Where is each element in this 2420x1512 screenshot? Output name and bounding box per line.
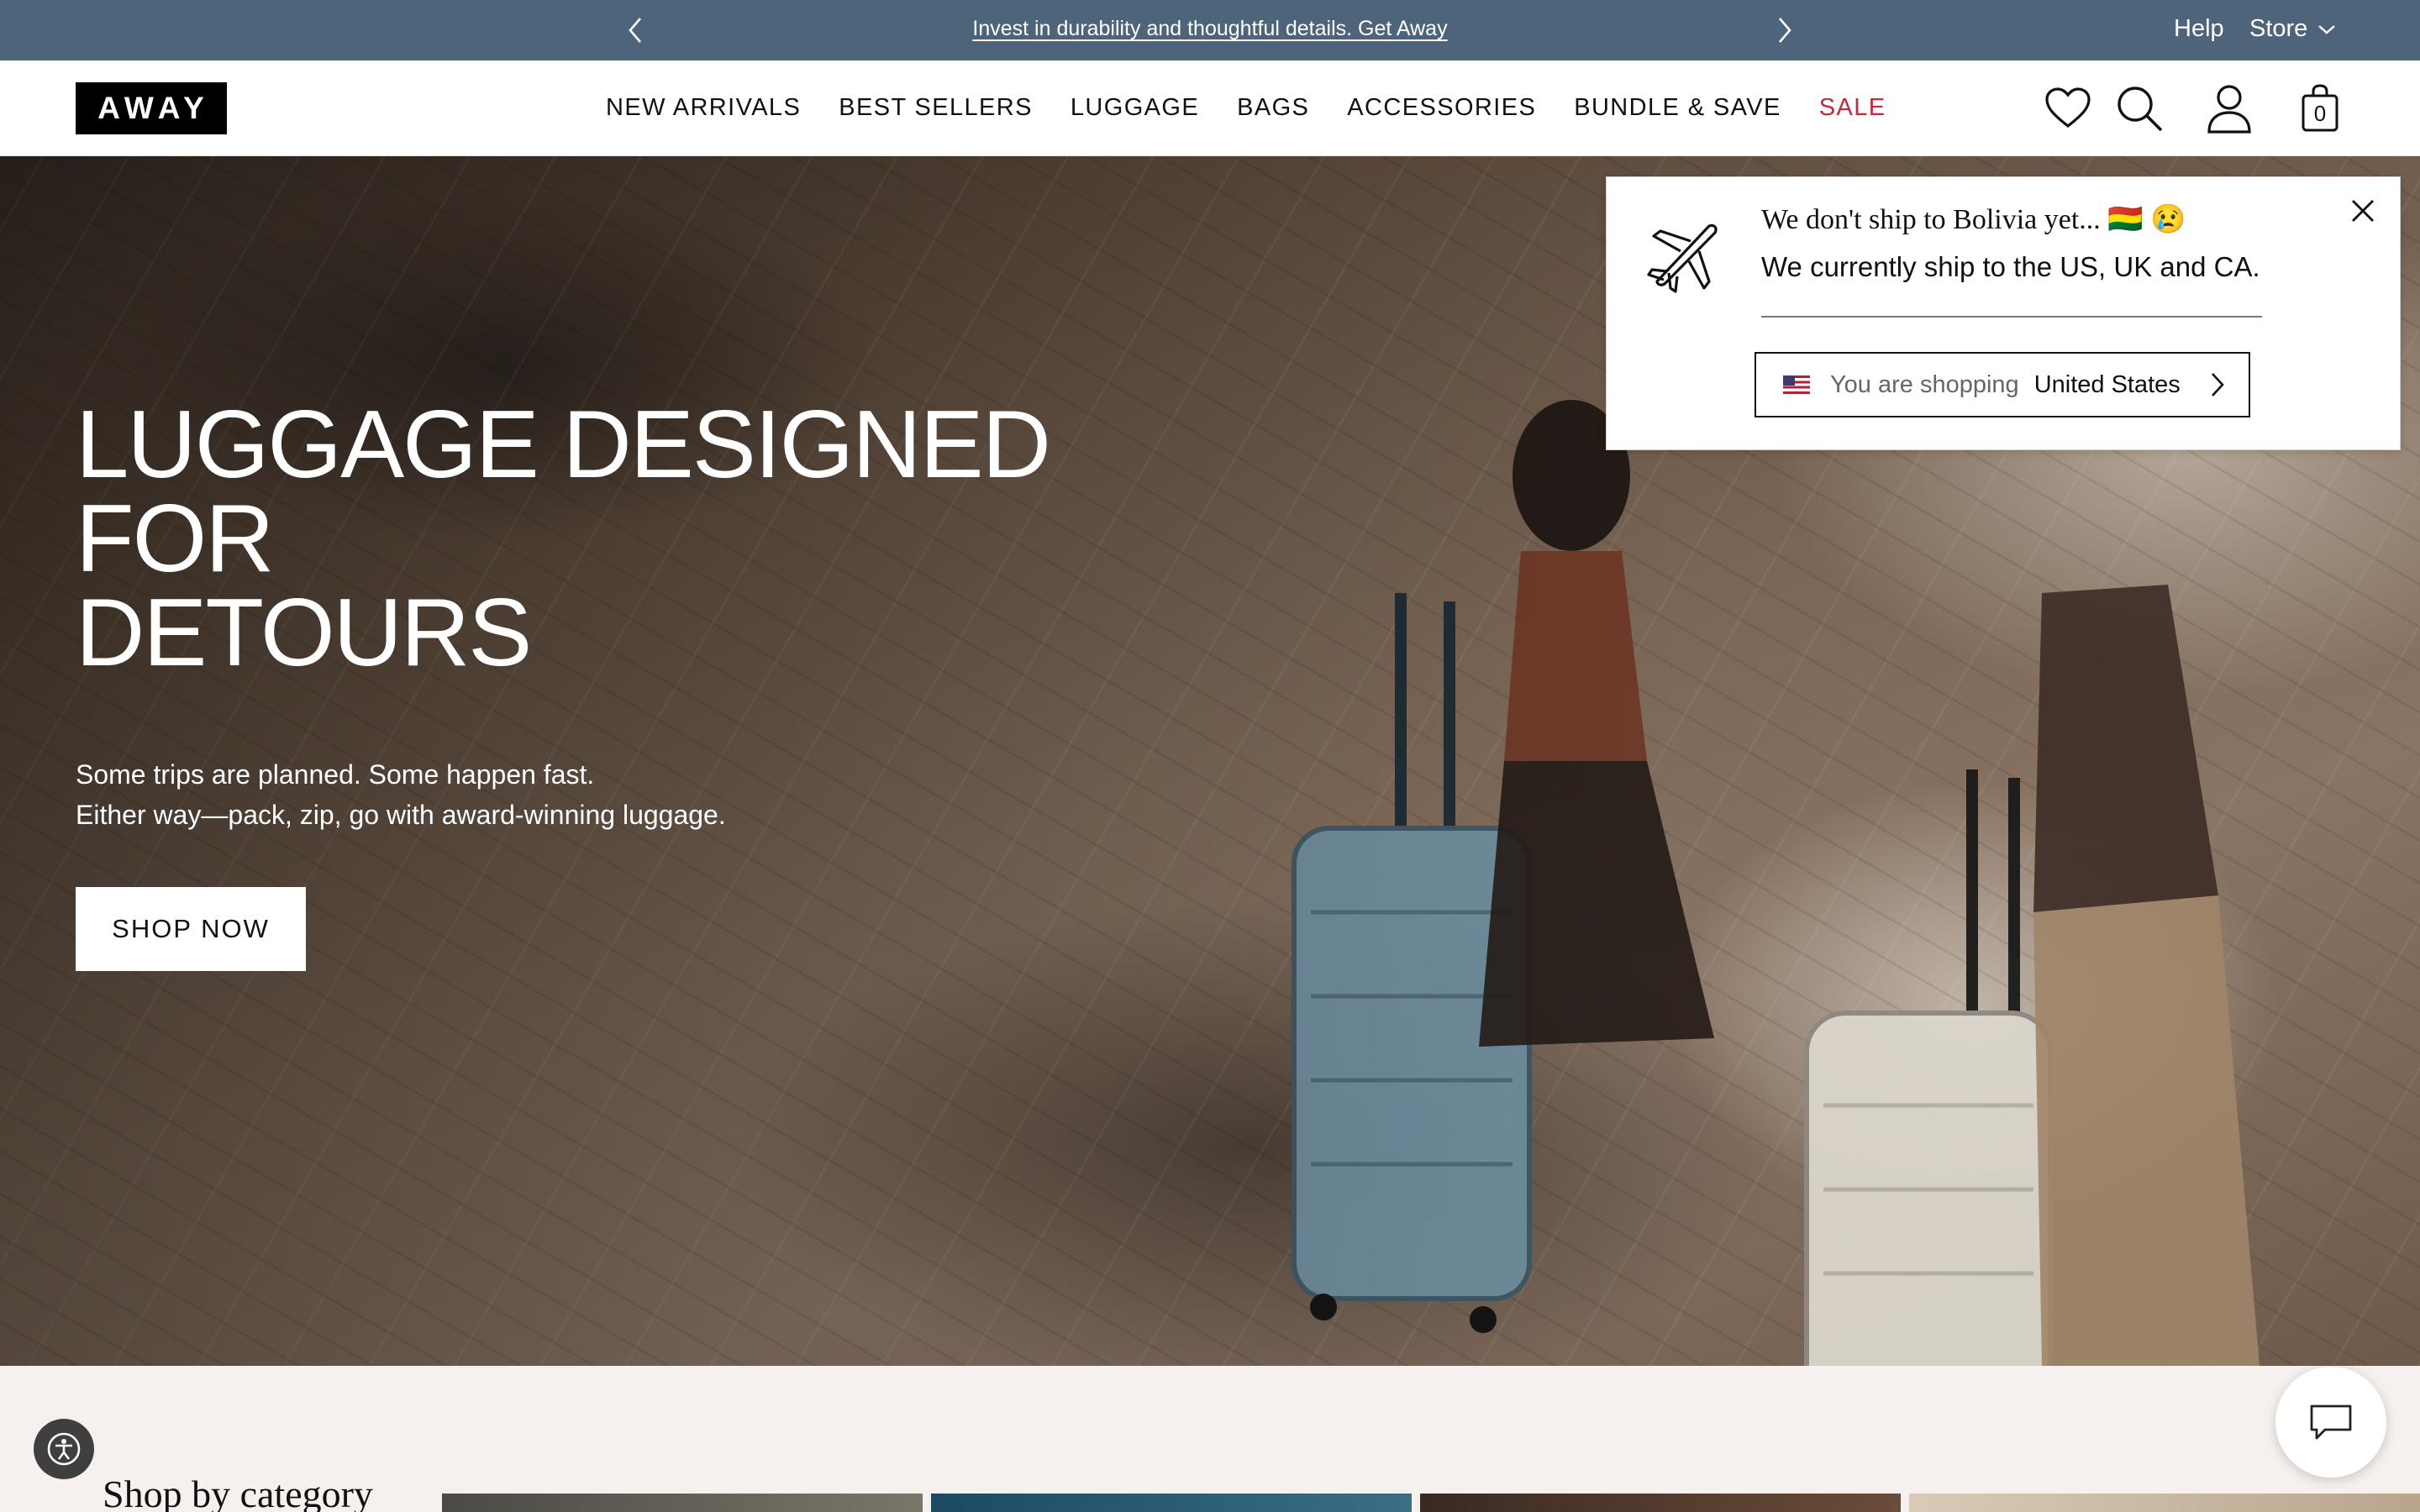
search-icon xyxy=(2118,87,2163,132)
nav-best-sellers[interactable]: BEST SELLERS xyxy=(839,94,1033,122)
category-tile-1[interactable] xyxy=(442,1494,923,1512)
category-tile-3[interactable] xyxy=(1420,1494,1901,1512)
chat-icon xyxy=(2310,1404,2352,1440)
close-icon xyxy=(2352,200,2374,222)
account-icon xyxy=(2207,85,2251,134)
shipping-notice-body: We currently ship to the US, UK and CA. xyxy=(1761,251,2260,282)
hero-subtitle-line-1: Some trips are planned. Some happen fast… xyxy=(76,759,595,790)
primary-nav: NEW ARRIVALS BEST SELLERS LUGGAGE BAGS A… xyxy=(606,94,1886,122)
cart-button[interactable]: 0 xyxy=(2294,82,2346,134)
hero-title-line-2: DETOURS xyxy=(76,580,532,686)
store-dropdown[interactable]: Store xyxy=(2249,15,2336,43)
help-link[interactable]: Help xyxy=(2174,15,2224,43)
hero-subtitle-line-2: Either way—pack, zip, go with award-winn… xyxy=(76,800,726,830)
hero-title-line-1: LUGGAGE DESIGNED FOR xyxy=(76,391,1051,592)
heart-icon xyxy=(2045,87,2091,129)
store-label: Store xyxy=(2249,15,2308,42)
airplane-icon xyxy=(1647,223,1718,293)
us-flag-icon xyxy=(1783,375,1810,394)
accessibility-button[interactable] xyxy=(34,1419,94,1479)
away-logo[interactable]: AWAY xyxy=(76,82,227,134)
cart-count: 0 xyxy=(2313,101,2327,126)
popup-divider xyxy=(1761,316,2262,318)
nav-bundle-save[interactable]: BUNDLE & SAVE xyxy=(1574,94,1781,122)
chat-button[interactable] xyxy=(2275,1367,2386,1478)
shop-now-button[interactable]: SHOP NOW xyxy=(76,887,306,971)
category-tile-4[interactable] xyxy=(1909,1494,2420,1512)
announcement-bar: Invest in durability and thoughtful deta… xyxy=(0,0,2420,60)
close-popup-button[interactable] xyxy=(2346,194,2380,228)
nav-sale[interactable]: SALE xyxy=(1819,94,1886,122)
wishlist-button[interactable] xyxy=(2042,82,2094,134)
chevron-down-icon xyxy=(2318,24,2336,34)
shipping-notice-title: We don't ship to Bolivia yet... 🇧🇴 😢 xyxy=(1761,204,2186,235)
promo-link[interactable]: Invest in durability and thoughtful deta… xyxy=(0,17,2420,41)
nav-bags[interactable]: BAGS xyxy=(1237,94,1309,122)
search-button[interactable] xyxy=(2113,82,2165,134)
accessibility-icon xyxy=(47,1432,81,1466)
chevron-right-icon xyxy=(1779,18,1791,43)
account-button[interactable] xyxy=(2203,82,2255,134)
promo-next-button[interactable] xyxy=(1766,12,1803,49)
category-tile-2[interactable] xyxy=(931,1494,1412,1512)
section-title: Shop by category xyxy=(103,1473,373,1512)
chevron-right-icon xyxy=(2212,373,2224,396)
country-selector-value: United States xyxy=(2033,370,2181,398)
country-selector[interactable]: You are shopping United States xyxy=(1754,352,2250,417)
shipping-notice-popup: We don't ship to Bolivia yet... 🇧🇴 😢 We … xyxy=(1606,176,2401,450)
nav-luggage[interactable]: LUGGAGE xyxy=(1071,94,1199,122)
nav-accessories[interactable]: ACCESSORIES xyxy=(1347,94,1536,122)
country-selector-prefix: You are shopping xyxy=(1830,370,2019,398)
hero-title: LUGGAGE DESIGNED FOR DETOURS xyxy=(76,397,1252,681)
main-header: AWAY NEW ARRIVALS BEST SELLERS LUGGAGE B… xyxy=(0,60,2420,156)
nav-new-arrivals[interactable]: NEW ARRIVALS xyxy=(606,94,801,122)
